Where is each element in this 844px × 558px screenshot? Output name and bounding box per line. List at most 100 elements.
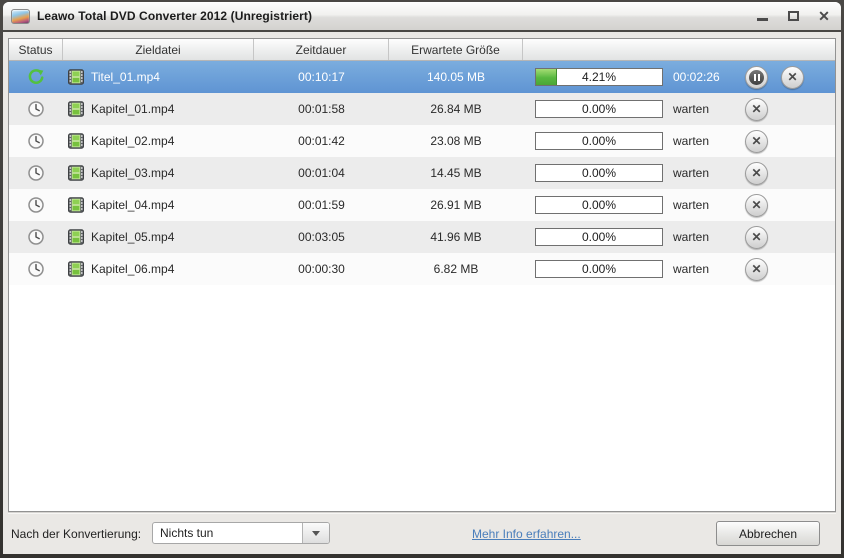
dropdown-selected-value: Nichts tun bbox=[160, 526, 214, 540]
duration-cell: 00:01:59 bbox=[298, 198, 345, 212]
progress-cell: 0.00% bbox=[523, 93, 663, 125]
column-header-zeitdauer[interactable]: Zeitdauer bbox=[254, 39, 389, 60]
video-file-icon bbox=[68, 261, 84, 277]
video-file-icon bbox=[68, 229, 84, 245]
row-actions: ✕ bbox=[743, 93, 835, 125]
progress-cell: 0.00% bbox=[523, 189, 663, 221]
remove-x-icon: ✕ bbox=[751, 198, 762, 212]
table-row[interactable]: Kapitel_02.mp4 00:01:42 23.08 MB 0.00% w… bbox=[9, 125, 835, 157]
file-name: Kapitel_02.mp4 bbox=[91, 134, 175, 148]
row-actions: ✕ bbox=[743, 125, 835, 157]
dropdown-arrow-icon[interactable] bbox=[302, 523, 329, 543]
expected-size-cell: 26.91 MB bbox=[430, 198, 482, 212]
file-cell: Kapitel_04.mp4 bbox=[63, 189, 254, 221]
file-name: Titel_01.mp4 bbox=[91, 70, 160, 84]
video-file-icon bbox=[68, 133, 84, 149]
expected-size-cell: 6.82 MB bbox=[433, 262, 479, 276]
table-row[interactable]: Kapitel_01.mp4 00:01:58 26.84 MB 0.00% w… bbox=[9, 93, 835, 125]
state-text: warten bbox=[673, 262, 710, 276]
conversion-table: Status Zieldatei Zeitdauer Erwartete Grö… bbox=[8, 38, 836, 512]
progress-cell: 0.00% bbox=[523, 221, 663, 253]
state-text: warten bbox=[673, 166, 710, 180]
progress-cell: 0.00% bbox=[523, 157, 663, 189]
after-conversion-dropdown[interactable]: Nichts tun bbox=[152, 522, 330, 544]
title-bar[interactable]: Leawo Total DVD Converter 2012 (Unregist… bbox=[3, 2, 841, 30]
waiting-clock-icon bbox=[27, 164, 45, 182]
table-row[interactable]: Kapitel_03.mp4 00:01:04 14.45 MB 0.00% w… bbox=[9, 157, 835, 189]
expected-size-cell: 140.05 MB bbox=[426, 70, 486, 84]
more-info-link[interactable]: Mehr Info erfahren... bbox=[472, 527, 581, 541]
file-cell: Titel_01.mp4 bbox=[63, 61, 254, 93]
progress-cell: 4.21% bbox=[523, 61, 663, 93]
row-actions: ✕ bbox=[743, 157, 835, 189]
status-cell bbox=[9, 61, 63, 93]
remove-x-icon: ✕ bbox=[751, 230, 762, 244]
remove-button[interactable]: ✕ bbox=[781, 65, 804, 89]
remove-x-icon: ✕ bbox=[751, 134, 762, 148]
progress-cell: 0.00% bbox=[523, 125, 663, 157]
progress-percent-label: 0.00% bbox=[581, 198, 617, 212]
abort-button[interactable]: Abbrechen bbox=[716, 521, 820, 546]
row-actions: ✕ bbox=[743, 253, 835, 285]
video-file-icon bbox=[68, 69, 84, 85]
expected-size-cell: 26.84 MB bbox=[430, 102, 482, 116]
video-file-icon bbox=[68, 197, 84, 213]
maximize-button[interactable] bbox=[786, 9, 800, 23]
progress-bar: 0.00% bbox=[535, 228, 663, 246]
table-header: Status Zieldatei Zeitdauer Erwartete Grö… bbox=[9, 39, 835, 61]
state-text: warten bbox=[673, 102, 710, 116]
duration-cell: 00:03:05 bbox=[298, 230, 345, 244]
remove-x-icon: ✕ bbox=[751, 166, 762, 180]
progress-bar: 0.00% bbox=[535, 100, 663, 118]
status-cell bbox=[9, 189, 63, 221]
row-actions: ✕ bbox=[743, 221, 835, 253]
minimize-button[interactable] bbox=[755, 9, 769, 23]
duration-cell: 00:00:30 bbox=[298, 262, 345, 276]
remove-button[interactable]: ✕ bbox=[745, 97, 768, 121]
table-body: Titel_01.mp4 00:10:17 140.05 MB 4.21% 00… bbox=[9, 61, 835, 511]
status-cell bbox=[9, 125, 63, 157]
table-row[interactable]: Titel_01.mp4 00:10:17 140.05 MB 4.21% 00… bbox=[9, 61, 835, 93]
table-row[interactable]: Kapitel_04.mp4 00:01:59 26.91 MB 0.00% w… bbox=[9, 189, 835, 221]
remove-button[interactable]: ✕ bbox=[745, 225, 768, 249]
remove-button[interactable]: ✕ bbox=[745, 193, 768, 217]
remove-button[interactable]: ✕ bbox=[745, 161, 768, 185]
expected-size-cell: 14.45 MB bbox=[430, 166, 482, 180]
file-cell: Kapitel_01.mp4 bbox=[63, 93, 254, 125]
remove-x-icon: ✕ bbox=[751, 102, 762, 116]
row-actions: ✕ bbox=[743, 61, 835, 93]
window-title: Leawo Total DVD Converter 2012 (Unregist… bbox=[37, 9, 313, 23]
remove-button[interactable]: ✕ bbox=[745, 257, 768, 281]
window-controls: ✕ bbox=[755, 9, 831, 23]
close-button[interactable]: ✕ bbox=[817, 9, 831, 23]
row-actions: ✕ bbox=[743, 189, 835, 221]
app-logo-icon bbox=[11, 8, 30, 24]
remove-x-icon: ✕ bbox=[787, 70, 798, 84]
state-text: 00:02:26 bbox=[673, 70, 720, 84]
state-text: warten bbox=[673, 230, 710, 244]
remove-button[interactable]: ✕ bbox=[745, 129, 768, 153]
state-text: warten bbox=[673, 134, 710, 148]
table-row[interactable]: Kapitel_05.mp4 00:03:05 41.96 MB 0.00% w… bbox=[9, 221, 835, 253]
progress-bar: 0.00% bbox=[535, 260, 663, 278]
converting-spinner-icon bbox=[27, 68, 45, 86]
column-header-progress bbox=[523, 39, 835, 60]
column-header-status[interactable]: Status bbox=[9, 39, 63, 60]
column-header-erwartete-groesse[interactable]: Erwartete Größe bbox=[389, 39, 523, 60]
status-cell bbox=[9, 221, 63, 253]
file-name: Kapitel_05.mp4 bbox=[91, 230, 175, 244]
minimize-icon bbox=[756, 18, 768, 21]
progress-percent-label: 0.00% bbox=[581, 166, 617, 180]
column-header-zieldatei[interactable]: Zieldatei bbox=[63, 39, 254, 60]
file-cell: Kapitel_03.mp4 bbox=[63, 157, 254, 189]
status-cell bbox=[9, 93, 63, 125]
file-name: Kapitel_01.mp4 bbox=[91, 102, 175, 116]
pause-button[interactable] bbox=[745, 65, 768, 89]
table-row[interactable]: Kapitel_06.mp4 00:00:30 6.82 MB 0.00% wa… bbox=[9, 253, 835, 285]
progress-percent-label: 0.00% bbox=[581, 262, 617, 276]
file-name: Kapitel_06.mp4 bbox=[91, 262, 175, 276]
expected-size-cell: 41.96 MB bbox=[430, 230, 482, 244]
progress-percent-label: 0.00% bbox=[581, 230, 617, 244]
duration-cell: 00:01:42 bbox=[298, 134, 345, 148]
progress-bar: 0.00% bbox=[535, 164, 663, 182]
